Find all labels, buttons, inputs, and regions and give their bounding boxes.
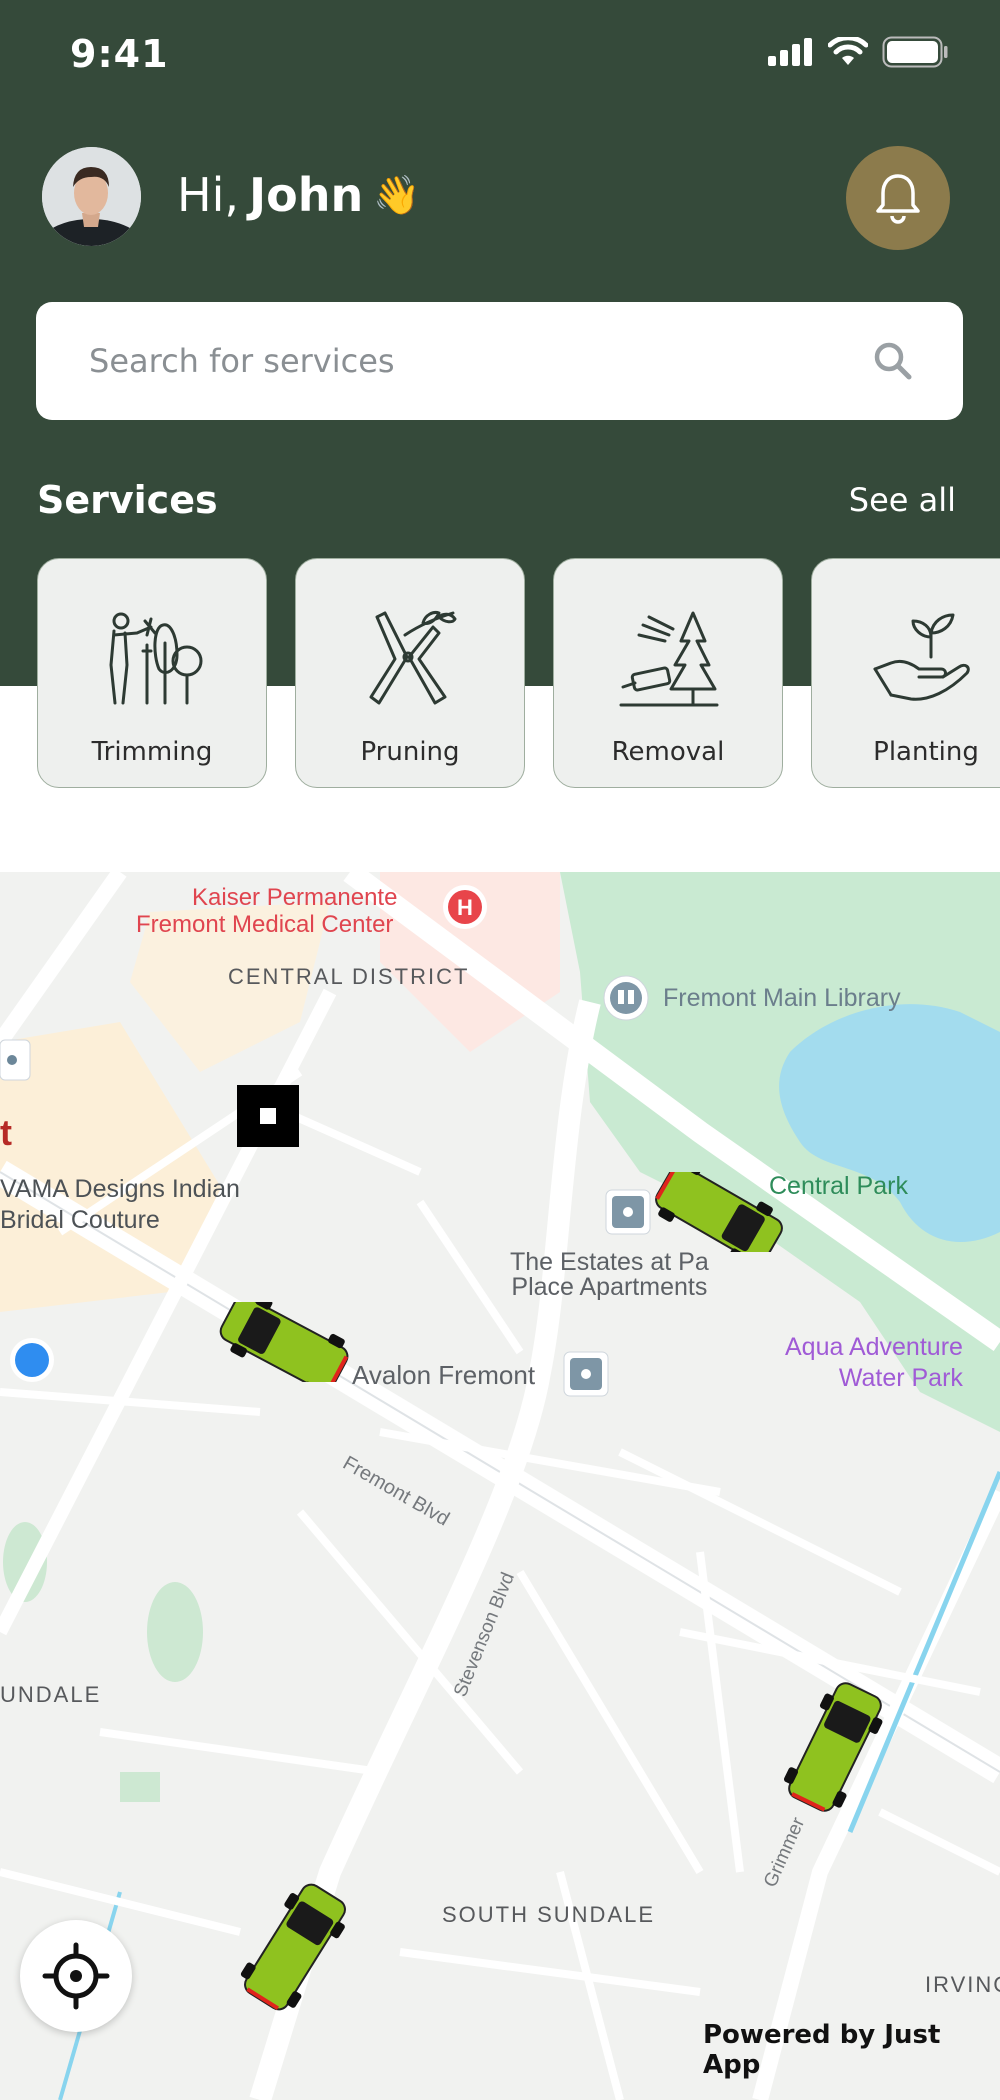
service-label: Trimming bbox=[91, 737, 213, 767]
planting-icon bbox=[873, 613, 970, 701]
map-label-estates: The Estates at Pa Place Apartments bbox=[510, 1248, 709, 1301]
map-label-avalon: Avalon Fremont bbox=[352, 1360, 536, 1390]
search-icon[interactable] bbox=[873, 341, 913, 381]
service-card-trimming[interactable]: Trimming bbox=[37, 558, 267, 788]
notifications-button[interactable] bbox=[846, 146, 950, 250]
service-card-removal[interactable]: Removal bbox=[553, 558, 783, 788]
see-all-link[interactable]: See all bbox=[849, 481, 956, 519]
map-label-aqua: Aqua Adventure Water Park bbox=[785, 1333, 963, 1392]
svg-text:H: H bbox=[457, 895, 473, 920]
my-location-button[interactable] bbox=[20, 1920, 132, 2032]
truck-icon[interactable] bbox=[220, 1872, 370, 2022]
avatar[interactable] bbox=[42, 147, 141, 246]
wifi-icon bbox=[828, 37, 868, 65]
service-label: Pruning bbox=[360, 737, 460, 767]
pruning-icon bbox=[369, 611, 457, 705]
truck-icon[interactable] bbox=[210, 1302, 360, 1382]
map-label-kaiser: Kaiser Permanente Fremont Medical Center bbox=[136, 884, 398, 938]
map-label-sundale: UNDALE bbox=[0, 1682, 102, 1707]
greeting-name: John bbox=[249, 168, 364, 222]
map-label-library: Fremont Main Library bbox=[663, 984, 901, 1012]
service-label: Removal bbox=[611, 737, 725, 767]
search-bar[interactable] bbox=[36, 302, 963, 420]
map-label-irving: IRVING bbox=[925, 1972, 1000, 1997]
truck-icon[interactable] bbox=[645, 1172, 795, 1252]
greeting-prefix: Hi, bbox=[177, 168, 239, 222]
status-time: 9:41 bbox=[70, 32, 169, 76]
map[interactable]: H Kaiser Permanente Fremont Medical Cent… bbox=[0, 872, 1000, 2100]
service-card-planting[interactable]: Planting bbox=[811, 558, 1000, 788]
removal-icon bbox=[619, 611, 719, 707]
map-label-t: t bbox=[0, 1112, 12, 1153]
services-heading: Services bbox=[37, 478, 218, 522]
map-label-central-district: CENTRAL DISTRICT bbox=[228, 964, 470, 989]
map-label-south-sundale: SOUTH SUNDALE bbox=[442, 1902, 656, 1927]
greeting: Hi, John 👋 bbox=[177, 168, 421, 222]
truck-icon[interactable] bbox=[760, 1672, 910, 1822]
crosshair-icon bbox=[42, 1942, 110, 2010]
wave-emoji: 👋 bbox=[373, 172, 421, 217]
map-label-vama: VAMA Designs Indian Bridal Couture bbox=[0, 1175, 240, 1234]
powered-by-footer: Powered by Just App bbox=[703, 2020, 941, 2080]
trimming-icon bbox=[109, 612, 203, 705]
status-icons bbox=[768, 36, 948, 68]
service-label: Planting bbox=[873, 737, 979, 767]
bell-icon bbox=[876, 174, 920, 224]
service-card-pruning[interactable]: Pruning bbox=[295, 558, 525, 788]
battery-icon bbox=[882, 36, 948, 68]
signal-icon bbox=[768, 38, 812, 66]
services-list: Trimming Pruning Removal Planting bbox=[37, 558, 1000, 788]
search-input[interactable] bbox=[89, 342, 873, 380]
